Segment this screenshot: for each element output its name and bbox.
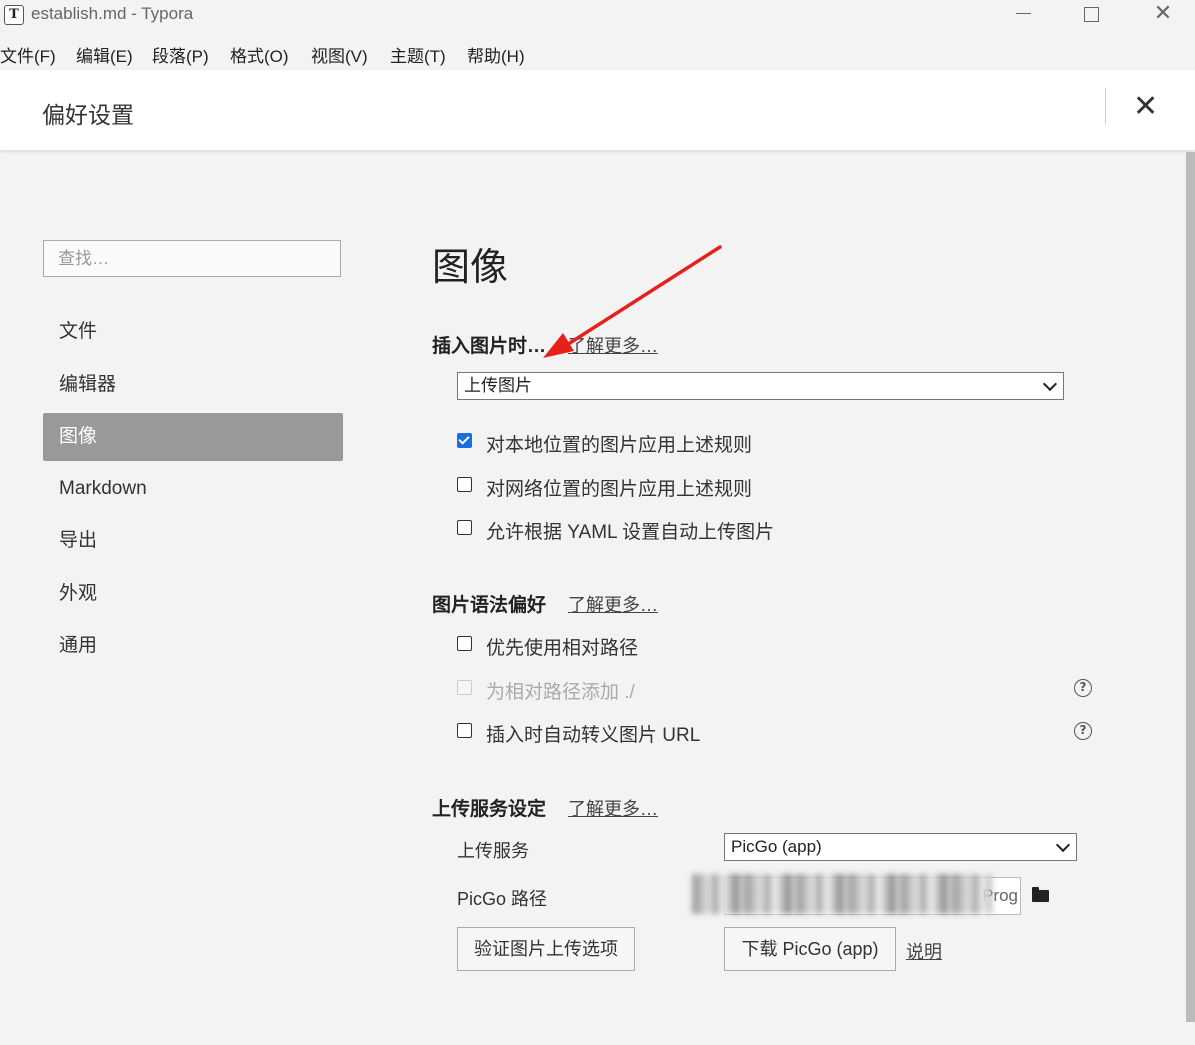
- sidebar-item-image[interactable]: 图像: [43, 413, 343, 461]
- close-icon[interactable]: ✕: [1133, 90, 1158, 124]
- upload-learn-more-link[interactable]: 了解更多…: [568, 795, 658, 821]
- sidebar-item-markdown[interactable]: Markdown: [43, 465, 343, 513]
- menu-theme[interactable]: 主题(T): [390, 42, 446, 67]
- yaml-auto-upload-label: 允许根据 YAML 设置自动上传图片: [486, 522, 775, 543]
- picgo-path-label: PicGo 路径: [457, 889, 548, 909]
- insert-learn-more-link[interactable]: 了解更多…: [568, 332, 658, 358]
- typora-app-icon: T: [4, 5, 24, 25]
- insert-action-select[interactable]: 上传图片: [457, 372, 1064, 400]
- page-title: 图像: [432, 247, 509, 289]
- prefer-relative-path-label: 优先使用相对路径: [486, 638, 639, 659]
- yaml-auto-upload-checkbox[interactable]: [457, 520, 472, 535]
- menu-view[interactable]: 视图(V): [311, 42, 368, 67]
- sidebar-item-export[interactable]: 导出: [43, 517, 343, 565]
- network-images-rule-label: 对网络位置的图片应用上述规则: [486, 479, 753, 500]
- sidebar-item-editor[interactable]: 编辑器: [43, 361, 343, 409]
- download-picgo-button[interactable]: 下载 PicGo (app): [724, 927, 896, 971]
- upload-service-label: 上传服务: [457, 841, 529, 861]
- chevron-down-icon: [1042, 376, 1058, 392]
- escape-url-label: 插入时自动转义图片 URL: [486, 725, 701, 746]
- menu-help[interactable]: 帮助(H): [467, 42, 525, 67]
- minimize-button[interactable]: [1000, 0, 1046, 30]
- window-titlebar: T establish.md - Typora ✕: [0, 0, 1195, 30]
- help-icon[interactable]: ?: [1074, 679, 1092, 697]
- syntax-learn-more-link[interactable]: 了解更多…: [568, 591, 658, 617]
- menu-edit[interactable]: 编辑(E): [76, 42, 133, 67]
- explain-link[interactable]: 说明: [906, 938, 942, 964]
- local-images-rule-label: 对本地位置的图片应用上述规则: [486, 435, 753, 456]
- escape-url-checkbox[interactable]: [457, 723, 472, 738]
- local-images-rule-checkbox[interactable]: [457, 433, 472, 448]
- folder-icon[interactable]: [1032, 887, 1049, 902]
- search-input[interactable]: [43, 240, 341, 277]
- help-icon[interactable]: ?: [1074, 722, 1092, 740]
- upload-service-select[interactable]: PicGo (app): [724, 833, 1077, 861]
- header-divider: [1105, 88, 1106, 124]
- window-close-button[interactable]: ✕: [1140, 0, 1186, 30]
- maximize-button[interactable]: [1068, 0, 1114, 30]
- add-dot-slash-checkbox: [457, 680, 472, 695]
- menu-file[interactable]: 文件(F): [0, 42, 56, 67]
- scrollbar[interactable]: [1186, 152, 1195, 1022]
- menu-bar: 文件(F) 编辑(E) 段落(P) 格式(O) 视图(V) 主题(T) 帮助(H…: [0, 36, 1195, 66]
- menu-paragraph[interactable]: 段落(P): [152, 42, 209, 67]
- network-images-rule-checkbox[interactable]: [457, 477, 472, 492]
- add-dot-slash-label: 为相对路径添加 ./: [486, 682, 635, 703]
- syntax-section-title: 图片语法偏好: [432, 595, 547, 616]
- preferences-title: 偏好设置: [42, 102, 134, 128]
- window-title: establish.md - Typora: [31, 4, 194, 23]
- sidebar-item-file[interactable]: 文件: [43, 308, 343, 356]
- preferences-header: 偏好设置 ✕: [0, 70, 1195, 150]
- upload-service-value: PicGo (app): [731, 837, 822, 856]
- insert-image-section-title: 插入图片时…: [432, 336, 547, 357]
- chevron-down-icon: [1055, 837, 1071, 853]
- menu-format[interactable]: 格式(O): [230, 42, 289, 67]
- prefer-relative-path-checkbox[interactable]: [457, 636, 472, 651]
- upload-section-title: 上传服务设定: [432, 799, 547, 820]
- insert-action-value: 上传图片: [464, 376, 532, 395]
- sidebar-item-general[interactable]: 通用: [43, 622, 343, 670]
- sidebar-item-appearance[interactable]: 外观: [43, 570, 343, 618]
- redacted-path-overlay: [692, 874, 992, 914]
- verify-upload-button[interactable]: 验证图片上传选项: [457, 927, 635, 971]
